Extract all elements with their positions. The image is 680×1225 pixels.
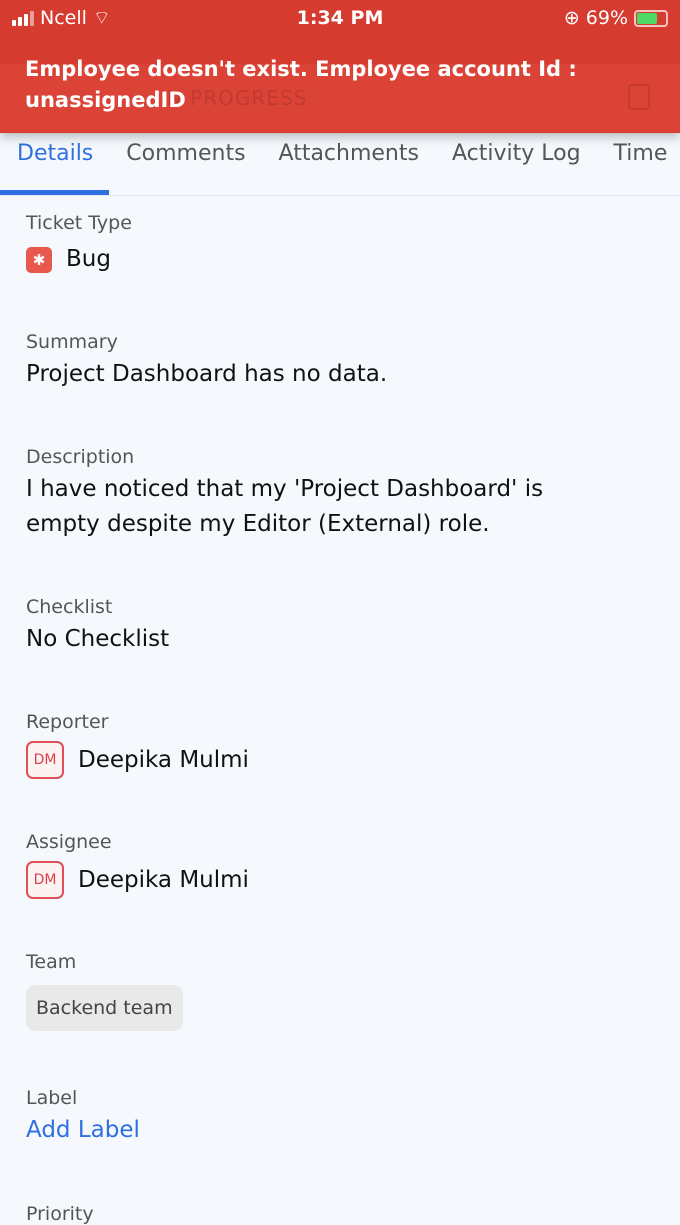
tab-comments[interactable]: Comments (126, 133, 245, 195)
assignee-avatar: DM (26, 861, 64, 899)
team-chip[interactable]: Backend team (26, 985, 183, 1031)
assignee-name[interactable]: Deepika Mulmi (78, 863, 249, 898)
battery-icon (634, 9, 668, 27)
tab-time[interactable]: Time (614, 133, 668, 195)
tab-activity-log[interactable]: Activity Log (452, 133, 581, 195)
checklist-label: Checklist (26, 596, 113, 618)
rotation-lock-icon: ⊕ (563, 7, 580, 29)
summary-value[interactable]: Project Dashboard has no data. (26, 357, 660, 392)
battery-percent: 69% (585, 7, 628, 29)
tab-details[interactable]: Details (0, 133, 110, 195)
team-label: Team (26, 951, 77, 973)
bug-icon: ✱ (26, 246, 52, 273)
priority-label: Priority (26, 1203, 94, 1225)
reporter-avatar: DM (26, 741, 64, 779)
label-label: Label (26, 1087, 78, 1109)
signal-icon (12, 10, 34, 26)
tab-attachments[interactable]: Attachments (279, 133, 419, 195)
reporter-name[interactable]: Deepika Mulmi (78, 743, 249, 778)
ticket-type-label: Ticket Type (26, 212, 132, 234)
summary-label: Summary (26, 331, 118, 353)
description-value[interactable]: I have noticed that my 'Project Dashboar… (26, 472, 596, 542)
details-panel: Ticket Type ✱ Bug Summary Project Dashboa… (26, 196, 660, 1225)
wifi-icon: ⌔ (92, 7, 111, 29)
checklist-value: No Checklist (26, 626, 170, 652)
reporter-label: Reporter (26, 711, 109, 733)
assignee-label: Assignee (26, 831, 112, 853)
tab-bar: Details Comments Attachments Activity Lo… (0, 133, 680, 196)
carrier: Ncell (40, 7, 87, 29)
top-bar: Ncell ⌔ 1:34 PM ⊕ 69% IN PROGRESS Employ… (0, 0, 680, 133)
add-label-link[interactable]: Add Label (26, 1117, 660, 1143)
description-label: Description (26, 446, 135, 468)
ticket-type-value: Bug (66, 246, 111, 272)
status-bar: Ncell ⌔ 1:34 PM ⊕ 69% (0, 0, 680, 36)
error-toast: Employee doesn't exist. Employee account… (25, 57, 577, 112)
